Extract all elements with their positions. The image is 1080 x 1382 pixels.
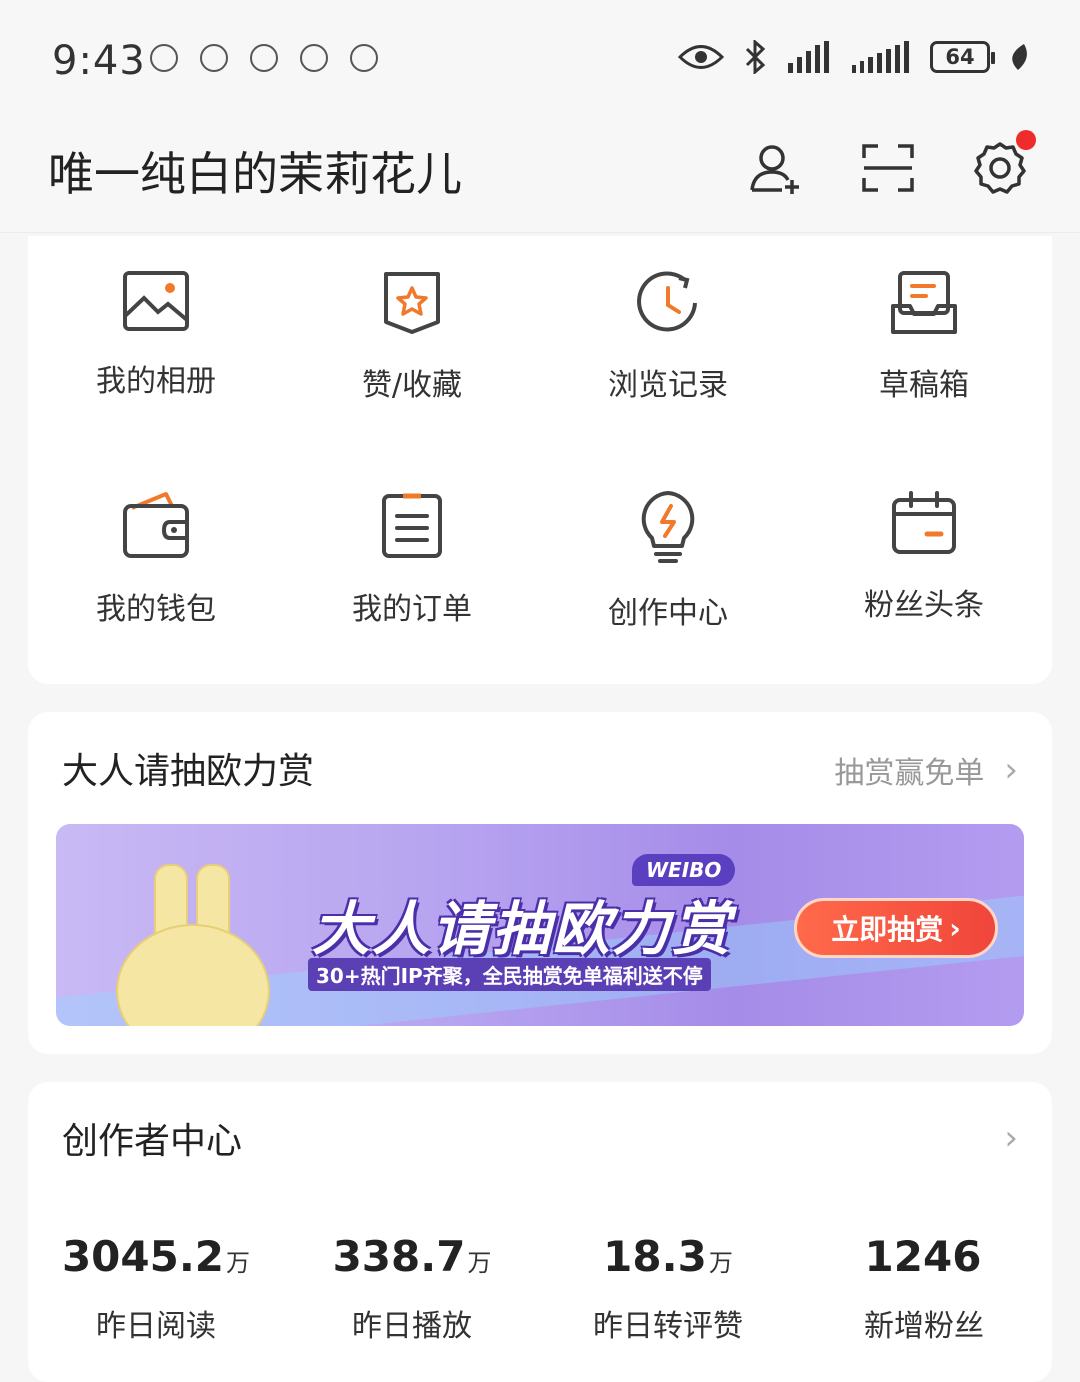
creator-stats: 3045.2万 昨日阅读 338.7万 昨日播放 18.3万 昨日转评赞 124… (28, 1232, 1052, 1345)
notification-icons (150, 44, 378, 72)
scan-icon (862, 144, 914, 192)
wallet-icon (123, 492, 189, 558)
add-user-icon (750, 145, 799, 194)
profile-header: 唯一纯白的茉莉花儿 (0, 120, 1080, 233)
stat-yesterday-reads[interactable]: 3045.2万 昨日阅读 (28, 1232, 284, 1345)
mascot-image (116, 864, 270, 1026)
favorites-icon (384, 272, 440, 334)
notification-icon (300, 44, 328, 72)
calendar-icon (892, 491, 956, 554)
grid-item-photo-album[interactable]: 我的相册 (28, 236, 284, 460)
stat-value: 1246 (864, 1232, 982, 1281)
eye-icon (678, 45, 724, 69)
grid-item-label: 草稿箱 (879, 368, 969, 403)
chevron-right-icon: › (949, 911, 961, 945)
grid-item-label: 我的订单 (352, 592, 472, 627)
grid-item-label: 浏览记录 (608, 368, 728, 403)
grid-item-label: 赞/收藏 (361, 368, 463, 403)
history-icon (637, 271, 697, 332)
signal-icon (852, 41, 909, 73)
stat-label: 昨日播放 (352, 1309, 472, 1344)
stat-value: 3045.2万 (61, 1232, 251, 1281)
stat-label: 新增粉丝 (864, 1309, 984, 1344)
promo-banner[interactable]: WEIBO 大人请抽欧力赏 30+热门IP齐聚，全民抽赏免单福利送不停 立即抽赏… (56, 824, 1024, 1026)
promo-card: 大人请抽欧力赏 抽赏赢免单 › WEIBO 大人请抽欧力赏 30+热门IP齐聚，… (28, 712, 1052, 1054)
grid-item-label: 我的相册 (96, 364, 216, 399)
bluetooth-icon (745, 40, 766, 74)
stat-value: 338.7万 (332, 1232, 492, 1281)
notification-icon (200, 44, 228, 72)
signal-icon (788, 41, 829, 73)
grid-item-fans-headline[interactable]: 粉丝头条 (796, 460, 1052, 684)
mascot-head (116, 924, 270, 1026)
chevron-right-icon: › (1004, 1118, 1018, 1158)
chevron-right-icon: › (1004, 750, 1018, 790)
scan-button[interactable] (860, 140, 916, 196)
leaf-icon (1012, 44, 1027, 70)
promo-link[interactable]: 抽赏赢免单 › (834, 748, 1018, 792)
creator-title: 创作者中心 (62, 1121, 243, 1162)
stat-unit: 万 (708, 1249, 733, 1277)
notification-icon (250, 44, 278, 72)
notification-icon (150, 44, 178, 72)
shortcut-grid: 我的相册 赞/收藏 浏览记录 草稿箱 我的钱包 我的订单 创作中心 粉丝头条 (28, 236, 1052, 684)
banner-title: 大人请抽欧力赏 (312, 895, 733, 963)
promo-link-label: 抽赏赢免单 (834, 756, 985, 791)
shortcut-grid-card: 我的相册 赞/收藏 浏览记录 草稿箱 我的钱包 我的订单 创作中心 粉丝头条 (28, 236, 1052, 684)
grid-item-label: 粉丝头条 (864, 588, 984, 623)
grid-item-drafts[interactable]: 草稿箱 (796, 236, 1052, 460)
stat-unit: 万 (226, 1249, 251, 1277)
stat-yesterday-plays[interactable]: 338.7万 昨日播放 (284, 1232, 540, 1345)
notification-badge (1016, 130, 1036, 150)
status-indicators: 64 (678, 40, 1028, 74)
drafts-icon (891, 271, 957, 334)
add-friend-button[interactable] (748, 140, 804, 196)
status-bar: 9:43 64 (0, 0, 1080, 120)
battery-indicator: 64 (930, 41, 995, 73)
header-actions (748, 130, 1036, 196)
settings-button[interactable] (972, 130, 1036, 196)
grid-item-wallet[interactable]: 我的钱包 (28, 460, 284, 684)
lightbulb-icon (641, 491, 695, 563)
grid-item-history[interactable]: 浏览记录 (540, 236, 796, 460)
stat-label: 昨日转评赞 (593, 1309, 743, 1344)
stat-new-followers[interactable]: 1246 新增粉丝 (796, 1232, 1052, 1345)
draw-now-label: 立即抽赏 (831, 913, 944, 946)
stat-yesterday-engagement[interactable]: 18.3万 昨日转评赞 (540, 1232, 796, 1345)
grid-item-label: 创作中心 (608, 596, 728, 631)
photo-album-icon (123, 271, 189, 331)
username[interactable]: 唯一纯白的茉莉花儿 (48, 138, 462, 204)
draw-now-button[interactable]: 立即抽赏 › (794, 898, 998, 958)
grid-item-label: 我的钱包 (96, 592, 216, 627)
notification-icon (350, 44, 378, 72)
orders-icon (382, 493, 442, 558)
stat-label: 昨日阅读 (96, 1309, 216, 1344)
grid-item-orders[interactable]: 我的订单 (284, 460, 540, 684)
grid-item-creation-center[interactable]: 创作中心 (540, 460, 796, 684)
status-time: 9:43 (52, 38, 146, 84)
creator-center-card[interactable]: 创作者中心 › 3045.2万 昨日阅读 338.7万 昨日播放 18.3万 昨… (28, 1082, 1052, 1382)
grid-item-favorites[interactable]: 赞/收藏 (284, 236, 540, 460)
banner-subtitle: 30+热门IP齐聚，全民抽赏免单福利送不停 (308, 958, 711, 991)
stat-value: 18.3万 (603, 1232, 733, 1281)
stat-unit: 万 (467, 1249, 492, 1277)
promo-title: 大人请抽欧力赏 (62, 751, 315, 792)
creator-link[interactable]: › (1004, 1118, 1018, 1158)
